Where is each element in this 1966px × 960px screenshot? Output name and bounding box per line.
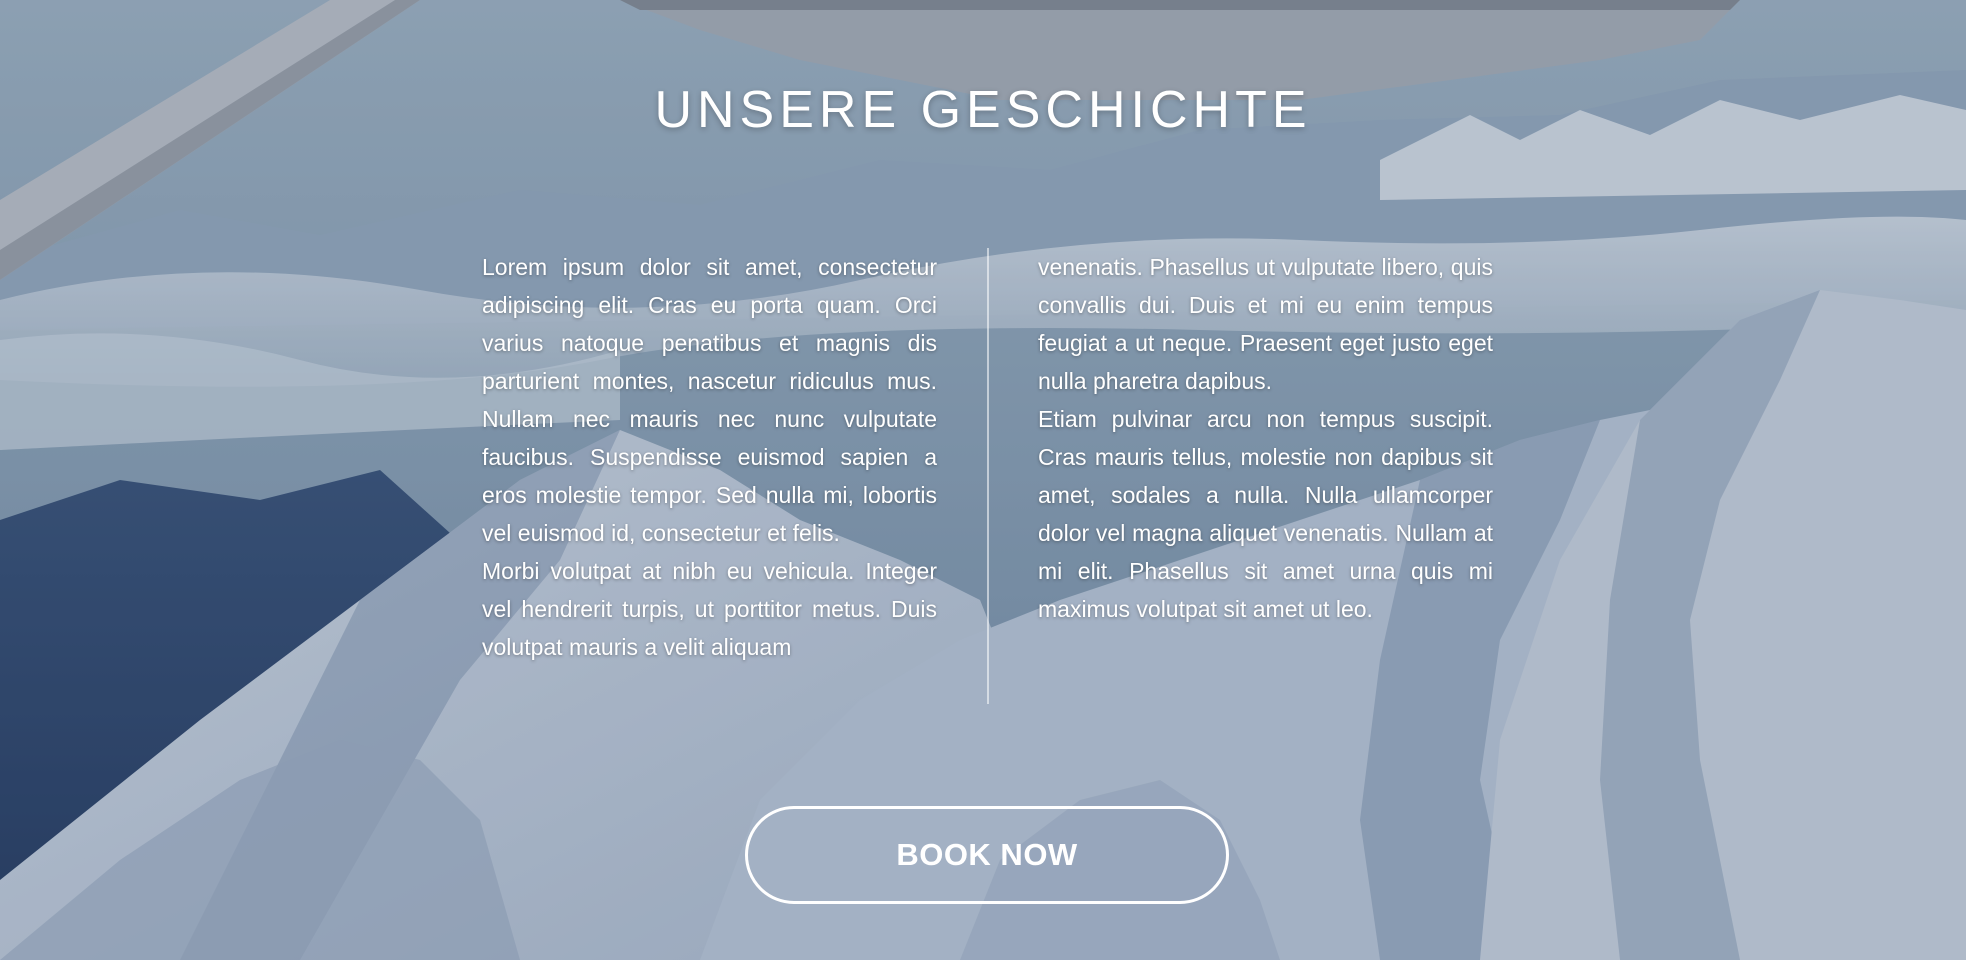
hero-section: UNSERE GESCHICHTE Lorem ipsum dolor sit … bbox=[0, 0, 1966, 960]
story-column-right: venenatis. Phasellus ut vulputate libero… bbox=[1038, 248, 1493, 628]
story-paragraph: Etiam pulvinar arcu non tempus suscipit.… bbox=[1038, 406, 1493, 622]
story-paragraph: Lorem ipsum dolor sit amet, consectetur … bbox=[482, 254, 937, 546]
story-paragraph: Morbi volutpat at nibh eu vehicula. Inte… bbox=[482, 558, 937, 660]
story-columns: Lorem ipsum dolor sit amet, consectetur … bbox=[482, 248, 1493, 704]
story-column-left: Lorem ipsum dolor sit amet, consectetur … bbox=[482, 248, 937, 666]
column-divider bbox=[987, 248, 989, 704]
book-now-button[interactable]: BOOK NOW bbox=[745, 806, 1229, 904]
section-title: UNSERE GESCHICHTE bbox=[654, 81, 1312, 139]
story-paragraph: venenatis. Phasellus ut vulputate libero… bbox=[1038, 254, 1493, 394]
